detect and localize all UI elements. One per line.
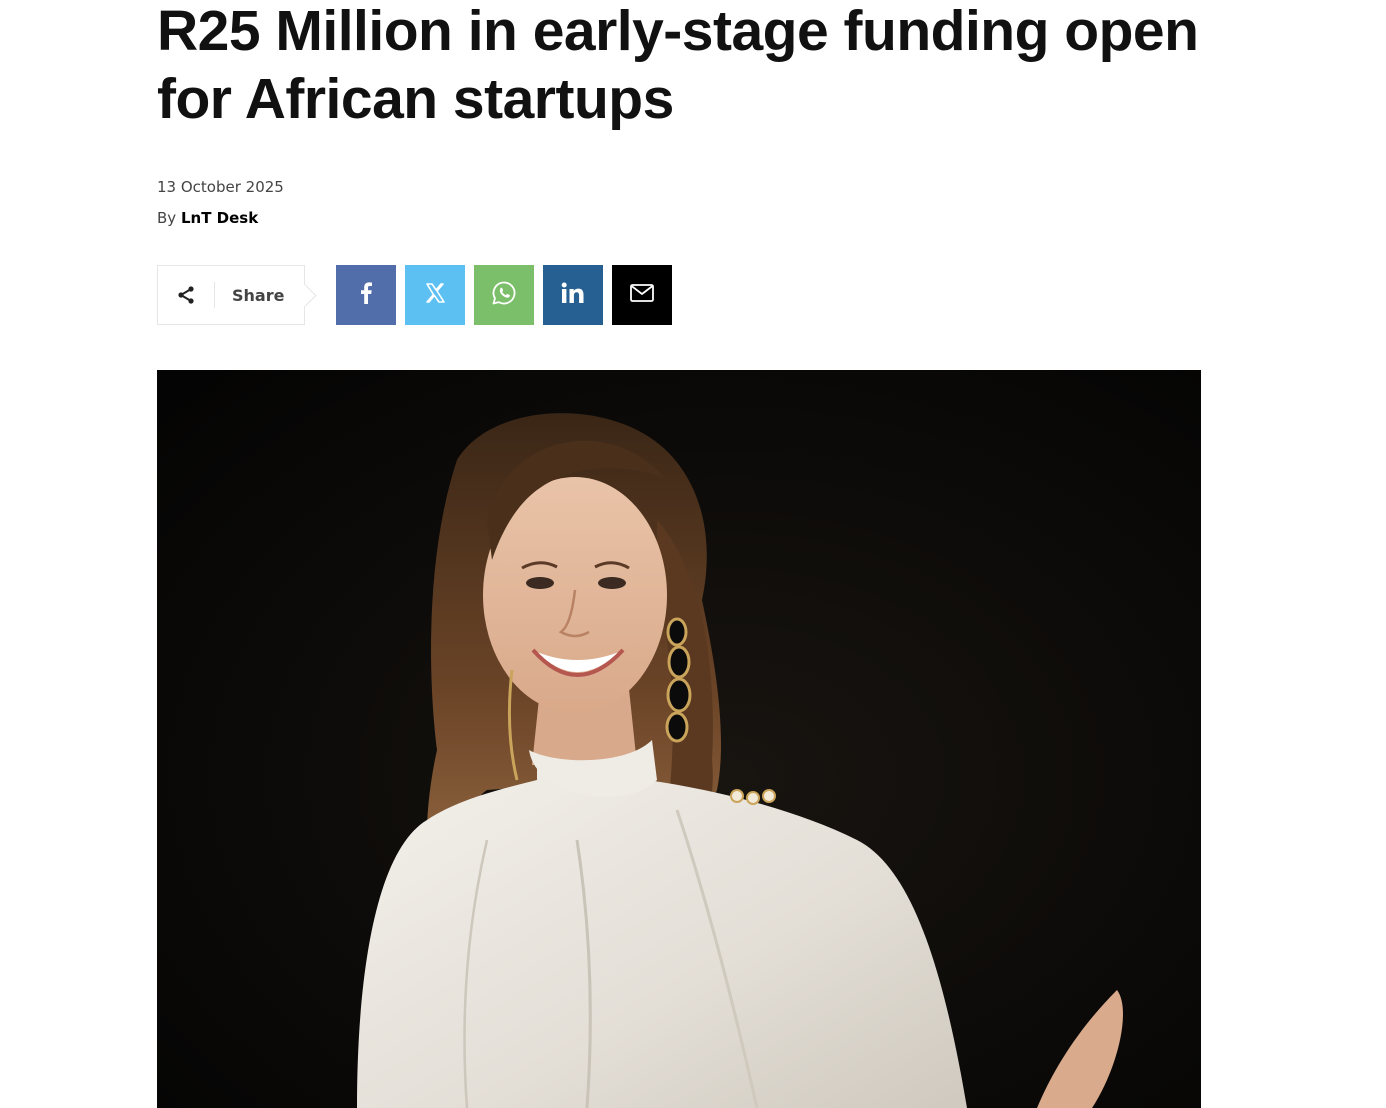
x-share-button[interactable] <box>405 265 465 325</box>
hero-image <box>157 370 1201 1108</box>
share-icon <box>158 266 214 324</box>
share-label-box: Share <box>157 265 305 325</box>
email-share-button[interactable] <box>612 265 672 325</box>
article-title: R25 Million in early-stage funding open … <box>157 0 1199 131</box>
x-icon <box>425 282 445 308</box>
whatsapp-share-button[interactable] <box>474 265 534 325</box>
mail-icon <box>630 283 654 307</box>
author-link[interactable]: LnT Desk <box>181 209 258 227</box>
share-divider <box>214 282 215 308</box>
byline-prefix: By <box>157 209 177 227</box>
whatsapp-icon <box>491 280 517 311</box>
article-meta: 13 October 2025 By LnT Desk <box>157 176 284 229</box>
share-bar: Share <box>157 265 672 325</box>
share-label: Share <box>232 285 285 305</box>
linkedin-share-button[interactable] <box>543 265 603 325</box>
facebook-share-button[interactable] <box>336 265 396 325</box>
portrait-photo <box>157 370 1201 1108</box>
linkedin-icon <box>561 282 585 309</box>
byline: By LnT Desk <box>157 207 284 229</box>
article-date: 13 October 2025 <box>157 178 284 196</box>
facebook-icon <box>359 281 373 309</box>
